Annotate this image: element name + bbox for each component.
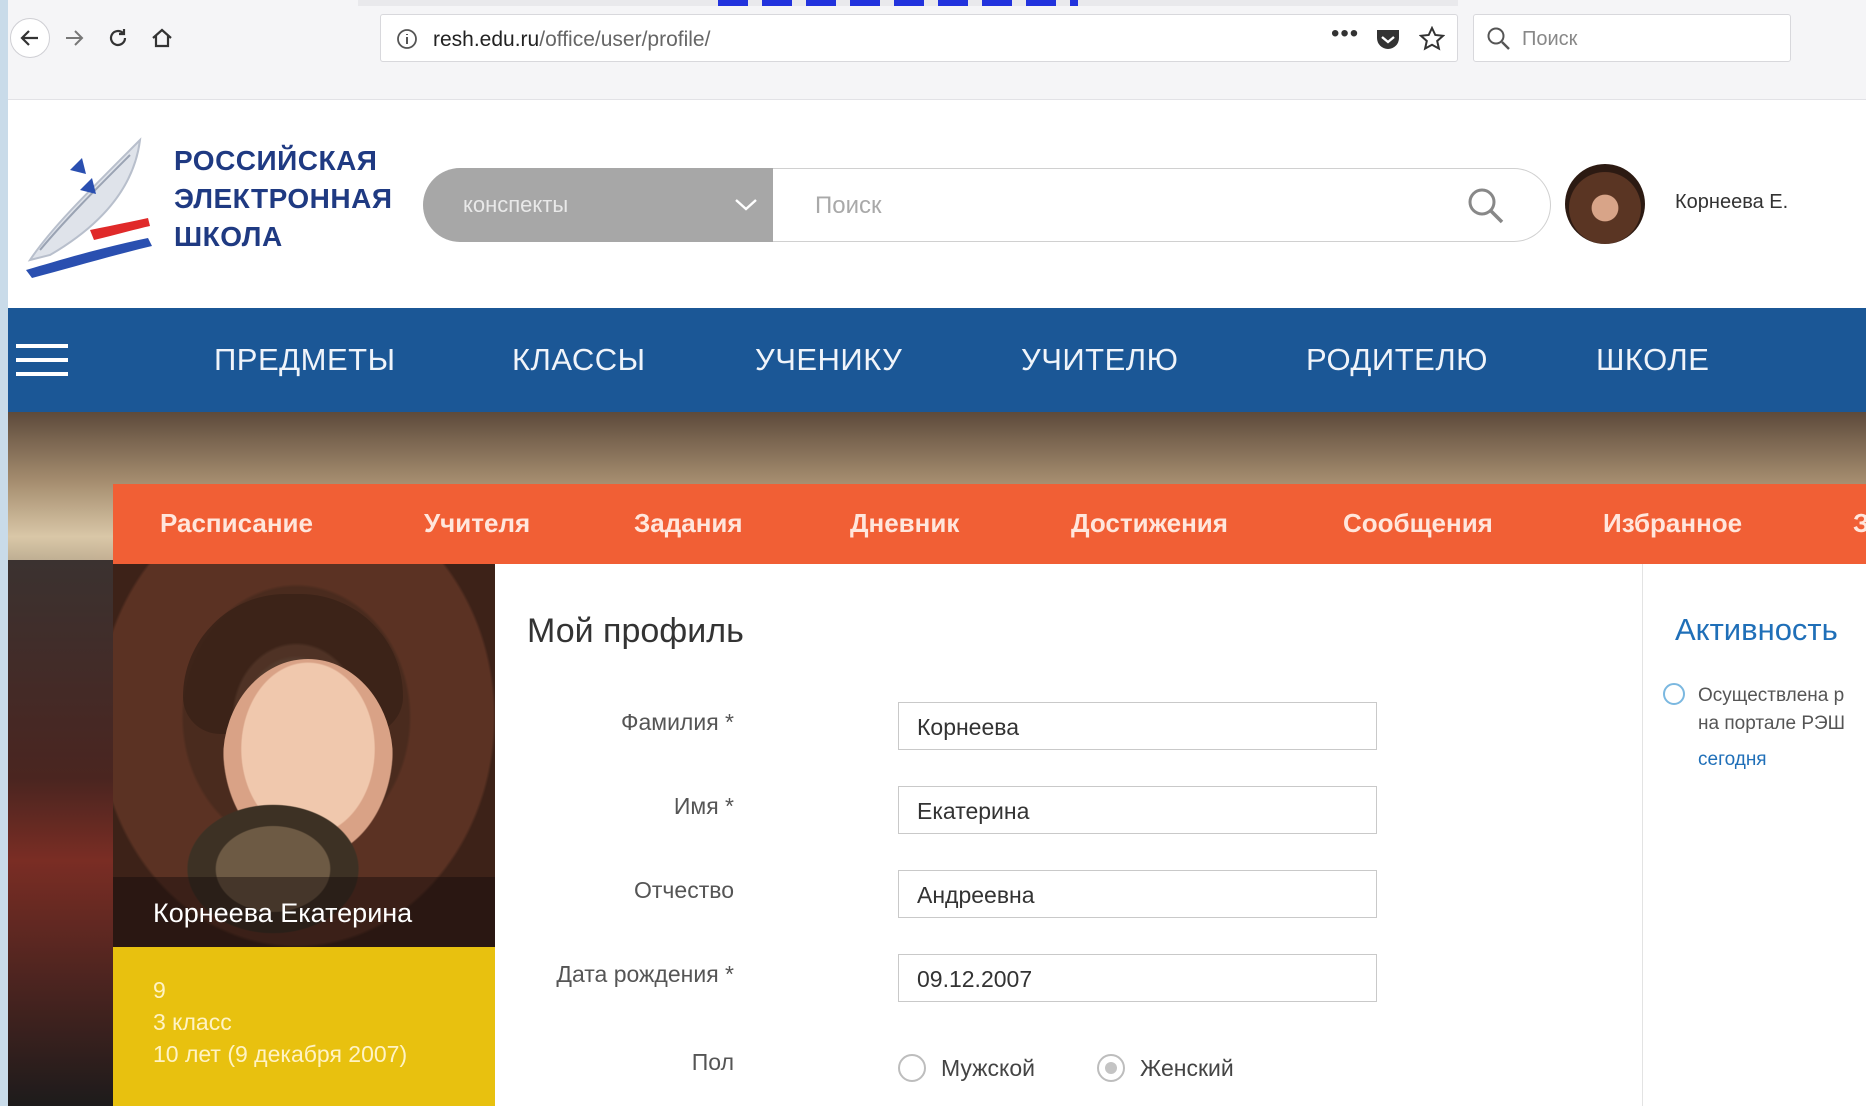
back-button[interactable] bbox=[10, 18, 50, 58]
profile-info-line-1: 9 bbox=[153, 977, 166, 1003]
page-title: Мой профиль bbox=[527, 612, 744, 650]
user-name-link[interactable]: Корнеева Е. bbox=[1675, 191, 1788, 214]
info-icon[interactable] bbox=[395, 27, 419, 51]
logo-line-2: ЭЛЕКТРОННАЯ bbox=[174, 183, 393, 214]
forward-button[interactable] bbox=[54, 18, 94, 58]
first-name-value: Екатерина bbox=[917, 798, 1030, 824]
url-text: resh.edu.ru/office/user/profile/ bbox=[433, 28, 710, 52]
pocket-icon[interactable] bbox=[1375, 27, 1401, 51]
home-button[interactable] bbox=[142, 18, 182, 58]
profile-age: 10 лет (9 декабря 2007) bbox=[153, 1041, 408, 1067]
background-image-left bbox=[8, 560, 113, 1106]
profile-class: 3 класс bbox=[153, 1009, 232, 1035]
window-edge bbox=[0, 0, 8, 1106]
site-search-placeholder: Поиск bbox=[815, 192, 882, 219]
tab-diary[interactable]: Дневник bbox=[850, 508, 959, 539]
reload-icon bbox=[109, 29, 127, 47]
profile-form: Мой профиль Фамилия * Корнеева Имя * Ека… bbox=[495, 564, 1642, 1106]
user-avatar[interactable] bbox=[1565, 164, 1645, 244]
address-bar[interactable]: resh.edu.ru/office/user/profile/ ••• bbox=[380, 14, 1458, 62]
reload-button[interactable] bbox=[98, 18, 138, 58]
activity-item-line-1: Осуществлена р bbox=[1698, 685, 1845, 706]
nav-item-parent[interactable]: РОДИТЕЛЮ bbox=[1306, 342, 1488, 378]
gender-male-radio[interactable] bbox=[898, 1054, 926, 1082]
browser-search-placeholder: Поиск bbox=[1522, 28, 1578, 50]
url-domain: resh.edu.ru bbox=[433, 28, 540, 51]
logo-line-3: ШКОЛА bbox=[174, 221, 283, 252]
patronymic-label: Отчество bbox=[634, 877, 734, 903]
last-name-label: Фамилия * bbox=[620, 709, 734, 735]
site-header: РОССИЙСКАЯ ЭЛЕКТРОННАЯ ШКОЛА конспекты П… bbox=[8, 100, 1866, 308]
tab-tasks[interactable]: Задания bbox=[634, 508, 743, 539]
tab-more[interactable]: З bbox=[1853, 508, 1866, 539]
patronymic-value: Андреевна bbox=[917, 882, 1035, 908]
activity-title: Активность bbox=[1675, 612, 1838, 647]
tab-achievements[interactable]: Достижения bbox=[1071, 508, 1228, 539]
profile-photo[interactable]: Корнеева Екатерина bbox=[113, 564, 495, 947]
tab-schedule[interactable]: Расписание bbox=[160, 508, 313, 539]
gender-female-label[interactable]: Женский bbox=[1140, 1055, 1234, 1082]
gender-label: Пол bbox=[691, 1049, 734, 1075]
logo-text[interactable]: РОССИЙСКАЯ ЭЛЕКТРОННАЯ ШКОЛА bbox=[174, 142, 392, 256]
first-name-label: Имя * bbox=[673, 793, 734, 819]
active-tab-indicator bbox=[718, 0, 1078, 6]
birth-date-label: Дата рождения * bbox=[556, 961, 734, 987]
last-name-field[interactable]: Корнеева bbox=[898, 702, 1377, 750]
arrow-left-icon bbox=[20, 30, 38, 46]
url-path: /office/user/profile/ bbox=[539, 28, 711, 51]
last-name-value: Корнеева bbox=[917, 714, 1020, 740]
patronymic-field[interactable]: Андреевна bbox=[898, 870, 1377, 918]
logo-line-1: РОССИЙСКАЯ bbox=[174, 145, 378, 176]
birth-date-value: 09.12.2007 bbox=[917, 966, 1033, 992]
profile-info-card: 9 3 класс 10 лет (9 декабря 2007) bbox=[113, 947, 495, 1106]
screen: resh.edu.ru/office/user/profile/ ••• Пои… bbox=[0, 0, 1866, 1106]
nav-item-classes[interactable]: КЛАССЫ bbox=[512, 342, 646, 378]
nav-item-teacher[interactable]: УЧИТЕЛЮ bbox=[1021, 342, 1178, 378]
first-name-field[interactable]: Екатерина bbox=[898, 786, 1377, 834]
activity-item-line-2: на портале РЭШ bbox=[1698, 713, 1846, 734]
nav-item-subjects[interactable]: ПРЕДМЕТЫ bbox=[214, 342, 396, 378]
activity-bullet-icon bbox=[1663, 683, 1685, 705]
category-select-value: конспекты bbox=[463, 192, 569, 217]
browser-toolbar: resh.edu.ru/office/user/profile/ ••• Пои… bbox=[8, 0, 1866, 100]
category-select[interactable]: конспекты bbox=[423, 168, 773, 242]
gender-male-label[interactable]: Мужской bbox=[941, 1055, 1035, 1082]
chevron-down-icon bbox=[735, 199, 757, 211]
birth-date-field[interactable]: 09.12.2007 bbox=[898, 954, 1377, 1002]
activity-panel: Активность Осуществлена р на портале РЭШ… bbox=[1642, 564, 1866, 1106]
search-icon[interactable] bbox=[1466, 186, 1506, 226]
nav-item-student[interactable]: УЧЕНИКУ bbox=[755, 342, 902, 378]
main-nav: ПРЕДМЕТЫ КЛАССЫ УЧЕНИКУ УЧИТЕЛЮ РОДИТЕЛЮ… bbox=[8, 308, 1866, 412]
nav-item-school[interactable]: ШКОЛЕ bbox=[1596, 342, 1709, 378]
tab-favorites[interactable]: Избранное bbox=[1603, 508, 1742, 539]
tab-teachers[interactable]: Учителя bbox=[424, 508, 530, 539]
site-search-input[interactable]: Поиск bbox=[773, 168, 1551, 242]
bookmark-star-icon[interactable] bbox=[1419, 26, 1445, 52]
menu-hamburger-icon[interactable] bbox=[16, 344, 68, 376]
arrow-right-icon bbox=[66, 30, 84, 46]
tab-messages[interactable]: Сообщения bbox=[1343, 508, 1493, 539]
page-actions-icon[interactable]: ••• bbox=[1331, 20, 1359, 48]
cabinet-tabs: Расписание Учителя Задания Дневник Дости… bbox=[113, 484, 1866, 564]
profile-full-name: Корнеева Екатерина bbox=[153, 898, 413, 928]
home-icon bbox=[152, 28, 172, 48]
browser-search-field[interactable]: Поиск bbox=[1473, 14, 1791, 62]
search-icon bbox=[1487, 27, 1510, 50]
resh-logo-icon[interactable] bbox=[20, 130, 155, 280]
activity-item-time: сегодня bbox=[1698, 749, 1767, 770]
gender-female-radio[interactable] bbox=[1097, 1054, 1125, 1082]
